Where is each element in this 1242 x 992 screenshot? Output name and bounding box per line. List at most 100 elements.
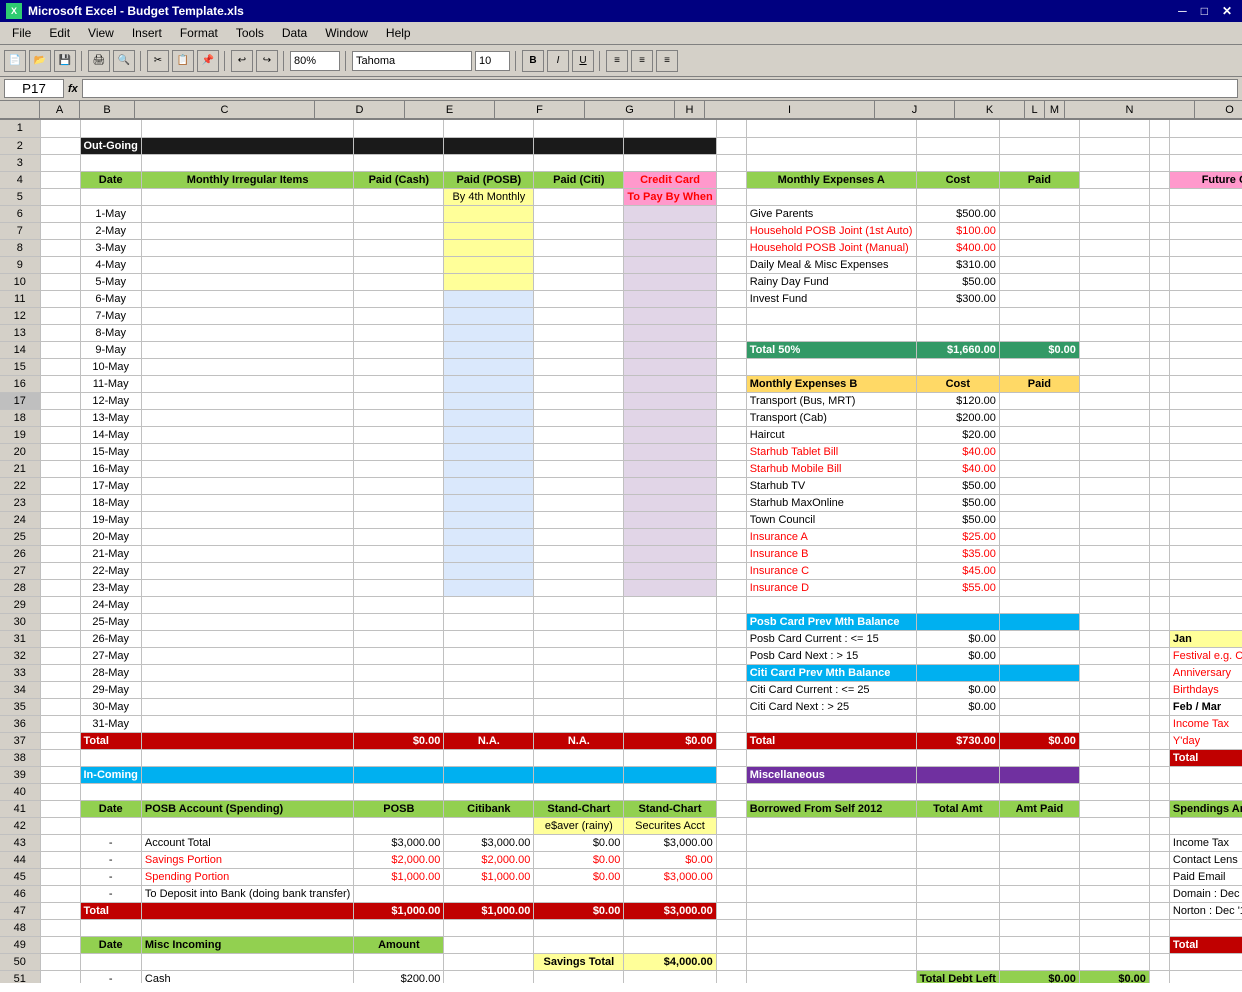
table-row: 15 10-May — [0, 358, 1242, 375]
table-row: 31 26-May Posb Card Current : <= 15 $0.0… — [0, 630, 1242, 647]
preview-btn[interactable]: 🔍 — [113, 50, 135, 72]
cut-btn[interactable]: ✂ — [147, 50, 169, 72]
menu-edit[interactable]: Edit — [41, 24, 78, 42]
table-row: 34 29-May Citi Card Current : <= 25 $0.0… — [0, 681, 1242, 698]
table-row: 14 9-May Total 50% $1,660.00 $0.00 — [0, 341, 1242, 358]
app-icon: X — [6, 3, 22, 19]
col-header-j[interactable]: J — [875, 101, 955, 119]
table-row: 32 27-May Posb Card Next : > 15 $0.00 Fe… — [0, 647, 1242, 664]
maximize-btn[interactable]: □ — [1197, 4, 1212, 18]
cell-reference[interactable] — [4, 79, 64, 98]
col-header-n[interactable]: N — [1065, 101, 1195, 119]
formula-input[interactable] — [82, 79, 1238, 98]
outgoing-section-label[interactable]: Out-Going — [80, 137, 141, 154]
table-row: 42 e$aver (rainy) Securites Acct — [0, 817, 1242, 834]
credit-card-header[interactable]: Credit Card — [624, 171, 716, 188]
table-row: 18 13-May Transport (Cab) $200.00 — [0, 409, 1242, 426]
col-header-i[interactable]: I — [705, 101, 875, 119]
font-input[interactable]: Tahoma — [352, 51, 472, 71]
date-header[interactable]: Date — [80, 171, 141, 188]
zoom-input[interactable]: 80% — [290, 51, 340, 71]
align-left-btn[interactable]: ≡ — [606, 50, 628, 72]
table-row: 49 Date Misc Incoming Amount Total $0.00 — [0, 936, 1242, 953]
menu-view[interactable]: View — [80, 24, 122, 42]
table-row: 40 — [0, 783, 1242, 800]
menu-help[interactable]: Help — [378, 24, 419, 42]
paid-cash-header[interactable]: Paid (Cash) — [354, 171, 444, 188]
undo-btn[interactable]: ↩ — [231, 50, 253, 72]
table-row: 9 4-May Daily Meal & Misc Expenses $310.… — [0, 256, 1242, 273]
table-row: 22 17-May Starhub TV $50.00 — [0, 477, 1242, 494]
print-btn[interactable]: 🖨 — [88, 50, 110, 72]
table-row: 41 Date POSB Account (Spending) POSB Cit… — [0, 800, 1242, 817]
table-row: 26 21-May Insurance B $35.00 — [0, 545, 1242, 562]
fx-label: fx — [68, 83, 78, 95]
irregular-header[interactable]: Monthly Irregular Items — [141, 171, 353, 188]
table-row: 2 Out-Going — [0, 137, 1242, 154]
paid-header-a[interactable]: Paid — [999, 171, 1079, 188]
table-row: 47 Total $1,000.00 $1,000.00 $0.00 $3,00… — [0, 902, 1242, 919]
menu-insert[interactable]: Insert — [124, 24, 170, 42]
open-btn[interactable]: 📂 — [29, 50, 51, 72]
align-right-btn[interactable]: ≡ — [656, 50, 678, 72]
italic-btn[interactable]: I — [547, 50, 569, 72]
table-row: 4 Date Monthly Irregular Items Paid (Cas… — [0, 171, 1242, 188]
close-btn[interactable]: ✕ — [1218, 4, 1236, 18]
future-out-header[interactable]: Future Out $ — [1169, 171, 1242, 188]
col-header-a[interactable]: A — [40, 101, 80, 119]
menu-data[interactable]: Data — [274, 24, 315, 42]
col-header-g[interactable]: G — [585, 101, 675, 119]
bold-btn[interactable]: B — [522, 50, 544, 72]
table-row: 46 - To Deposit into Bank (doing bank tr… — [0, 885, 1242, 902]
col-header-b[interactable]: B — [80, 101, 135, 119]
table-row: 45 - Spending Portion $1,000.00 $1,000.0… — [0, 868, 1242, 885]
menu-window[interactable]: Window — [317, 24, 376, 42]
size-input[interactable]: 10 — [475, 51, 510, 71]
table-row: 16 11-May Monthly Expenses B Cost Paid — [0, 375, 1242, 392]
table-row: 3 — [0, 154, 1242, 171]
col-header-d[interactable]: D — [315, 101, 405, 119]
menu-tools[interactable]: Tools — [228, 24, 272, 42]
table-row: 38 Total $0.00 — [0, 749, 1242, 766]
col-header-h[interactable]: H — [675, 101, 705, 119]
paste-btn[interactable]: 📌 — [197, 50, 219, 72]
minimize-btn[interactable]: ─ — [1174, 4, 1191, 18]
col-header-k[interactable]: K — [955, 101, 1025, 119]
table-row: 27 22-May Insurance C $45.00 — [0, 562, 1242, 579]
table-row: 11 6-May Invest Fund $300.00 — [0, 290, 1242, 307]
new-btn[interactable]: 📄 — [4, 50, 26, 72]
formula-bar: fx — [0, 77, 1242, 101]
underline-btn[interactable]: U — [572, 50, 594, 72]
cost-header-a[interactable]: Cost — [916, 171, 999, 188]
table-row: 50 Savings Total $4,000.00 — [0, 953, 1242, 970]
copy-btn[interactable]: 📋 — [172, 50, 194, 72]
col-header-l[interactable]: L — [1025, 101, 1045, 119]
table-row: 6 1-May Give Parents $500.00 — [0, 205, 1242, 222]
paid-citi-header[interactable]: Paid (Citi) — [534, 171, 624, 188]
table-row: 51 - Cash $200.00 Total Debt Left $0.00 … — [0, 970, 1242, 983]
table-row: 20 15-May Starhub Tablet Bill $40.00 — [0, 443, 1242, 460]
grid-container[interactable]: 1 2 Out-Going — [0, 120, 1242, 983]
menu-file[interactable]: File — [4, 24, 39, 42]
table-row: 13 8-May — [0, 324, 1242, 341]
col-header-o[interactable]: O — [1195, 101, 1242, 119]
table-row: 17 12-May Transport (Bus, MRT) $120.00 — [0, 392, 1242, 409]
col-header-e[interactable]: E — [405, 101, 495, 119]
column-headers: A B C D E F G H I J K L M N O — [0, 101, 1242, 120]
col-header-m[interactable]: M — [1045, 101, 1065, 119]
table-row: 35 30-May Citi Card Next : > 25 $0.00 Fe… — [0, 698, 1242, 715]
menu-format[interactable]: Format — [172, 24, 226, 42]
table-row: 43 - Account Total $3,000.00 $3,000.00 $… — [0, 834, 1242, 851]
paid-posb-header[interactable]: Paid (POSB) — [444, 171, 534, 188]
align-center-btn[interactable]: ≡ — [631, 50, 653, 72]
col-header-f[interactable]: F — [495, 101, 585, 119]
table-row: 5 By 4th Monthly To Pay By When — [0, 188, 1242, 205]
redo-btn[interactable]: ↪ — [256, 50, 278, 72]
col-header-c[interactable]: C — [135, 101, 315, 119]
table-row: 44 - Savings Portion $2,000.00 $2,000.00… — [0, 851, 1242, 868]
spreadsheet: A B C D E F G H I J K L M N O 1 — [0, 101, 1242, 983]
table-row: 19 14-May Haircut $20.00 — [0, 426, 1242, 443]
monthly-exp-a-header[interactable]: Monthly Expenses A — [746, 171, 916, 188]
save-btn[interactable]: 💾 — [54, 50, 76, 72]
table-row: 12 7-May — [0, 307, 1242, 324]
